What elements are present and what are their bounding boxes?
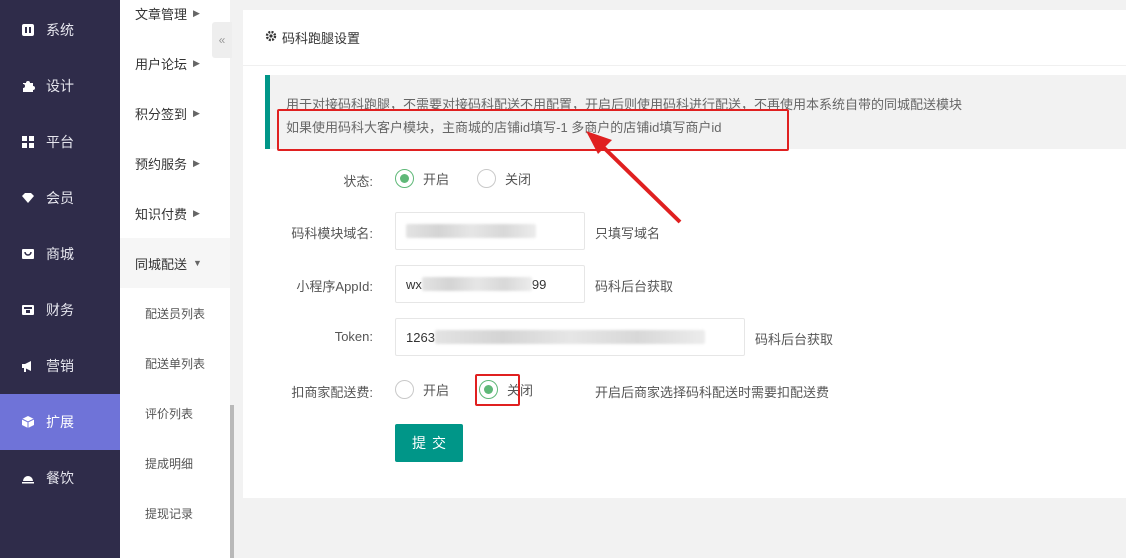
sidebar-item-mall[interactable]: 商城 bbox=[0, 226, 120, 282]
gear-icon bbox=[265, 30, 277, 45]
sidebar-item-label: 设计 bbox=[46, 78, 74, 94]
sidebar-item-finance[interactable]: 财务 bbox=[0, 282, 120, 338]
store-icon bbox=[20, 246, 36, 262]
cube-icon bbox=[20, 414, 36, 430]
caret-right-icon: ▶ bbox=[193, 107, 200, 118]
sidebar-item-catering[interactable]: 餐饮 bbox=[0, 450, 120, 506]
submenu-scrollbar[interactable] bbox=[230, 405, 234, 558]
sidebar-item-label: 扩展 bbox=[46, 414, 74, 430]
grid-icon bbox=[20, 134, 36, 150]
fee-on-radio[interactable]: 开启 bbox=[395, 380, 449, 399]
double-chevron-left-icon: « bbox=[218, 33, 226, 47]
submenu-item-label: 积分签到 bbox=[135, 106, 188, 122]
token-label: Token: bbox=[334, 329, 373, 344]
fee-off-radio[interactable]: 关闭 bbox=[479, 380, 533, 399]
submenu-child-label: 提成明细 bbox=[145, 456, 194, 471]
token-hint: 码科后台获取 bbox=[755, 332, 834, 347]
appid-suffix: 99 bbox=[531, 276, 547, 292]
main-sidebar: 系统 设计 平台 会员 商城 财务 营销 扩展 餐饮 bbox=[0, 0, 120, 558]
appid-hint: 码科后台获取 bbox=[595, 279, 674, 294]
sidebar-item-label: 财务 bbox=[46, 302, 74, 318]
wallet-icon bbox=[20, 302, 36, 318]
submenu-child-commission[interactable]: 提成明细 bbox=[120, 438, 230, 488]
caret-down-icon: ▼ bbox=[193, 258, 202, 268]
submenu-item-knowledge[interactable]: 知识付费 ▶ bbox=[120, 188, 230, 238]
caret-right-icon: ▶ bbox=[193, 7, 200, 18]
submenu-item-label: 用户论坛 bbox=[135, 56, 188, 72]
submenu-child-label: 提现记录 bbox=[145, 506, 194, 521]
submenu-child-label: 配送员列表 bbox=[145, 306, 206, 321]
status-label: 状态: bbox=[343, 174, 373, 189]
sidebar-item-label: 餐饮 bbox=[46, 470, 74, 486]
redacted-value bbox=[421, 277, 532, 291]
submenu-child-review-list[interactable]: 评价列表 bbox=[120, 388, 230, 438]
submenu-child-courier-list[interactable]: 配送员列表 bbox=[120, 288, 230, 338]
radio-checked-icon bbox=[395, 169, 414, 188]
appid-label: 小程序AppId: bbox=[296, 279, 373, 294]
caret-right-icon: ▶ bbox=[193, 157, 200, 168]
token-input[interactable]: 1263 bbox=[395, 318, 745, 356]
megaphone-icon bbox=[20, 358, 36, 374]
domain-label: 码科模块域名: bbox=[291, 226, 373, 241]
radio-label: 开启 bbox=[423, 383, 450, 398]
puzzle-icon bbox=[20, 78, 36, 94]
collapse-menu-button[interactable]: « bbox=[212, 22, 232, 58]
gem-icon bbox=[20, 190, 36, 206]
redacted-value bbox=[406, 224, 536, 238]
submenu-item-checkin[interactable]: 积分签到 ▶ bbox=[120, 88, 230, 138]
page-title: 码科跑腿设置 bbox=[282, 31, 361, 46]
radio-unchecked-icon bbox=[477, 169, 496, 188]
sidebar-item-platform[interactable]: 平台 bbox=[0, 114, 120, 170]
submenu-item-label: 同城配送 bbox=[135, 256, 188, 272]
sidebar-item-member[interactable]: 会员 bbox=[0, 170, 120, 226]
status-off-radio[interactable]: 关闭 bbox=[477, 169, 531, 188]
notice-line: 用于对接码科跑腿，不需要对接码科配送不用配置，开启后则使用码科进行配送，不再使用… bbox=[286, 97, 963, 112]
caret-right-icon: ▶ bbox=[193, 57, 200, 68]
radio-label: 关闭 bbox=[505, 172, 532, 187]
sidebar-item-label: 商城 bbox=[46, 246, 74, 262]
sidebar-item-label: 系统 bbox=[46, 22, 74, 38]
submenu-item-label: 知识付费 bbox=[135, 206, 188, 222]
submenu-child-order-list[interactable]: 配送单列表 bbox=[120, 338, 230, 388]
notice-line: 如果使用码科大客户模块，主商城的店铺id填写-1 多商户的店铺id填写商户id bbox=[286, 120, 722, 135]
settings-card: 码科跑腿设置 用于对接码科跑腿，不需要对接码科配送不用配置，开启后则使用码科进行… bbox=[243, 10, 1126, 498]
submenu-item-label: 文章管理 bbox=[135, 6, 188, 22]
system-icon bbox=[20, 22, 36, 38]
notice-box: 用于对接码科跑腿，不需要对接码科配送不用配置，开启后则使用码科进行配送，不再使用… bbox=[265, 75, 1126, 149]
sidebar-item-label: 平台 bbox=[46, 134, 74, 150]
submenu-item-delivery[interactable]: 同城配送 ▼ bbox=[120, 238, 230, 288]
submit-button[interactable]: 提交 bbox=[395, 424, 463, 462]
fee-hint: 开启后商家选择码科配送时需要扣配送费 bbox=[595, 385, 830, 400]
sidebar-item-extension[interactable]: 扩展 bbox=[0, 394, 120, 450]
appid-input[interactable]: wx 99 bbox=[395, 265, 585, 303]
domain-hint: 只填写域名 bbox=[595, 226, 661, 241]
dish-icon bbox=[20, 470, 36, 486]
radio-label: 开启 bbox=[423, 172, 450, 187]
radio-unchecked-icon bbox=[395, 380, 414, 399]
appid-prefix: wx bbox=[406, 276, 422, 292]
submenu-item-booking[interactable]: 预约服务 ▶ bbox=[120, 138, 230, 188]
sidebar-item-label: 会员 bbox=[46, 190, 74, 206]
sidebar-item-system[interactable]: 系统 bbox=[0, 2, 120, 58]
radio-label: 关闭 bbox=[507, 383, 534, 398]
sub-menu: 文章管理 ▶ 用户论坛 ▶ 积分签到 ▶ 预约服务 ▶ 知识付费 ▶ 同城配送 ▼ 配送员列… bbox=[120, 0, 230, 558]
card-header: 码科跑腿设置 bbox=[243, 10, 1126, 66]
submenu-child-label: 配送单列表 bbox=[145, 356, 206, 371]
sidebar-item-label: 营销 bbox=[46, 358, 74, 374]
submenu-child-withdrawals[interactable]: 提现记录 bbox=[120, 488, 230, 538]
submenu-child-label: 评价列表 bbox=[145, 406, 194, 421]
token-prefix: 1263 bbox=[406, 329, 435, 345]
domain-input[interactable] bbox=[395, 212, 585, 250]
radio-checked-icon bbox=[479, 380, 498, 399]
status-on-radio[interactable]: 开启 bbox=[395, 169, 449, 188]
sidebar-item-design[interactable]: 设计 bbox=[0, 58, 120, 114]
submenu-item-label: 预约服务 bbox=[135, 156, 188, 172]
sidebar-item-marketing[interactable]: 营销 bbox=[0, 338, 120, 394]
caret-right-icon: ▶ bbox=[193, 207, 200, 218]
fee-label: 扣商家配送费: bbox=[291, 385, 373, 400]
redacted-value bbox=[434, 330, 705, 344]
